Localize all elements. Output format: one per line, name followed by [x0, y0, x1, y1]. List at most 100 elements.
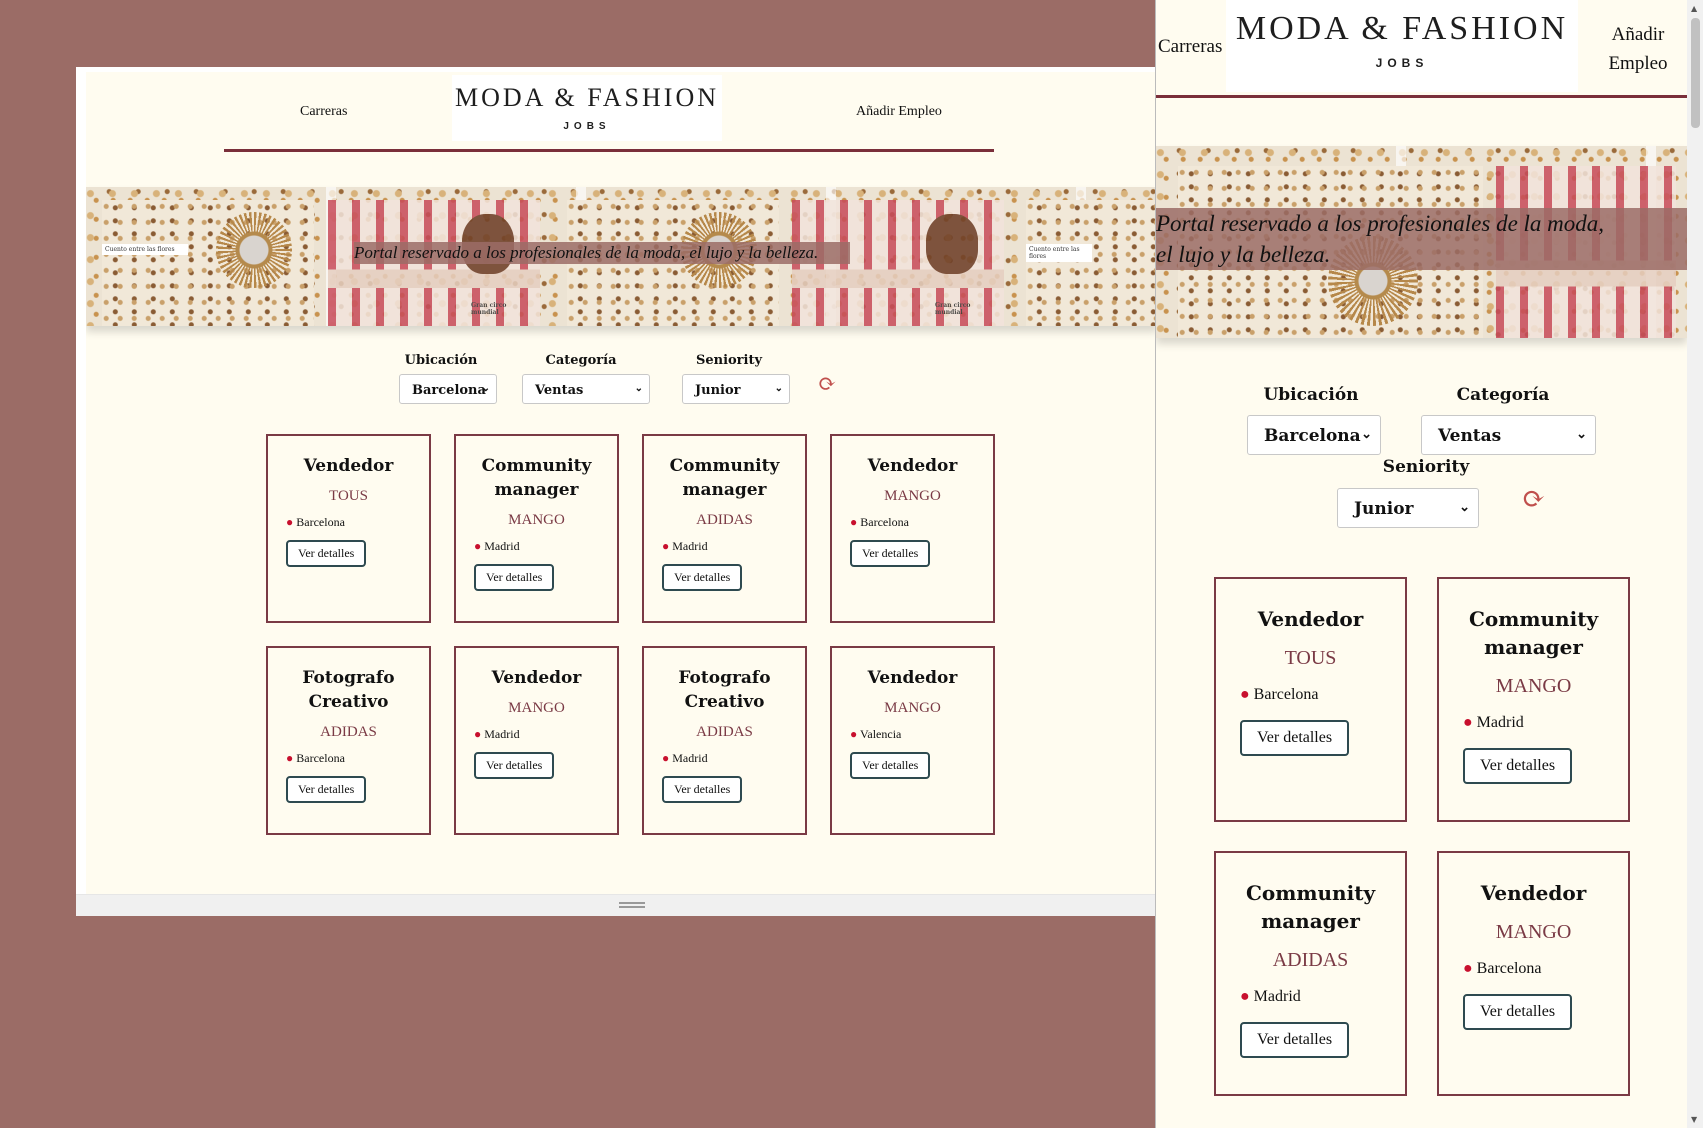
- mobile-preview-window: Carreras MODA & FASHION JOBS Añadir Empl…: [1155, 0, 1703, 1128]
- job-card[interactable]: Vendedor MANGO ● Valencia Ver detalles: [830, 646, 995, 835]
- location-pin-icon: ●: [474, 727, 482, 741]
- hero-banner: Cuento entre las flores Gran circo mundi…: [86, 187, 1158, 326]
- view-details-button[interactable]: Ver detalles: [1463, 748, 1573, 784]
- location-pin-icon: ●: [286, 515, 294, 529]
- sun-mirror-image: [216, 212, 292, 288]
- view-details-button[interactable]: Ver detalles: [850, 752, 931, 779]
- job-company: ADIDAS: [696, 724, 753, 740]
- job-company: TOUS: [329, 488, 368, 504]
- vertical-scrollbar[interactable]: ▲ ▼: [1687, 0, 1703, 1128]
- site-logo[interactable]: MODA & FASHION JOBS: [452, 75, 722, 141]
- job-company: TOUS: [1284, 647, 1337, 669]
- nav-add-job-link[interactable]: Añadir Empleo: [856, 104, 942, 120]
- location-pin-icon: ●: [474, 539, 482, 553]
- location-filter-label: Ubicación: [404, 353, 478, 368]
- hero-tagline: Portal reservado a los profesionales de …: [1156, 208, 1687, 270]
- job-title: Vendedor: [303, 456, 394, 476]
- view-details-button[interactable]: Ver detalles: [1240, 1022, 1350, 1058]
- seniority-select[interactable]: Junior ⌄: [1337, 488, 1479, 528]
- refresh-icon[interactable]: ⟳: [1522, 482, 1545, 515]
- job-location: Barcelona: [1253, 686, 1319, 703]
- job-title: Vendedor: [867, 668, 958, 688]
- job-location: Valencia: [860, 727, 902, 741]
- job-card[interactable]: Fotografo Creativo ADIDAS ● Barcelona Ve…: [266, 646, 431, 835]
- job-location: Barcelona: [860, 515, 909, 529]
- desktop-preview-window: Carreras MODA & FASHION JOBS Añadir Empl…: [76, 67, 1158, 916]
- tagline-line2: el lujo y la belleza.: [1156, 242, 1331, 267]
- category-select[interactable]: Ventas ⌄: [522, 374, 650, 404]
- seniority-select-value: Junior: [1354, 499, 1414, 519]
- nav-divider: [1156, 95, 1687, 98]
- refresh-icon[interactable]: ⟳: [818, 372, 836, 397]
- navbar: Carreras MODA & FASHION JOBS Añadir Empl…: [1156, 0, 1703, 100]
- job-location: Barcelona: [296, 751, 345, 765]
- job-card[interactable]: Vendedor MANGO ● Madrid Ver detalles: [454, 646, 619, 835]
- job-location: Madrid: [484, 727, 520, 741]
- scrollbar-thumb[interactable]: [1691, 18, 1700, 128]
- nav-add-job-line2: Empleo: [1608, 53, 1668, 74]
- category-select-value: Ventas: [1438, 426, 1502, 446]
- view-details-button[interactable]: Ver detalles: [1240, 720, 1350, 756]
- category-filter-label: Categoría: [1456, 385, 1550, 405]
- job-company: MANGO: [884, 700, 941, 716]
- magazine-caption: Cuento entre las flores: [102, 244, 188, 255]
- job-card[interactable]: Community manager ADIDAS ● Madrid Ver de…: [1214, 851, 1407, 1096]
- seniority-select[interactable]: Junior ⌄: [682, 374, 790, 404]
- job-title: Fotografo Creativo: [302, 668, 395, 712]
- job-card[interactable]: Vendedor MANGO ● Barcelona Ver detalles: [1437, 851, 1630, 1096]
- magazine-caption: Cuento entre las flores: [1026, 244, 1092, 262]
- chevron-down-icon: ⌄: [1459, 499, 1470, 515]
- job-company: MANGO: [508, 512, 565, 528]
- nav-careers-link[interactable]: Carreras: [300, 104, 347, 120]
- job-company: MANGO: [1495, 921, 1572, 943]
- grip-icon: [619, 902, 645, 908]
- job-location: Madrid: [672, 751, 708, 765]
- chevron-down-icon: ⌄: [1361, 426, 1372, 442]
- location-pin-icon: ●: [850, 727, 858, 741]
- logo-subtitle: JOBS: [1375, 56, 1429, 70]
- job-title: Vendedor: [1480, 881, 1587, 905]
- job-title: Vendedor: [491, 668, 582, 688]
- job-title: Community manager: [1245, 881, 1376, 933]
- job-card[interactable]: Community manager MANGO ● Madrid Ver det…: [1437, 577, 1630, 822]
- view-details-button[interactable]: Ver detalles: [474, 564, 555, 591]
- job-company: ADIDAS: [696, 512, 753, 528]
- seniority-filter-label: Seniority: [1382, 457, 1470, 477]
- location-pin-icon: ●: [1240, 686, 1250, 703]
- job-card[interactable]: Fotografo Creativo ADIDAS ● Madrid Ver d…: [642, 646, 807, 835]
- job-company: MANGO: [1495, 675, 1572, 697]
- view-details-button[interactable]: Ver detalles: [474, 752, 555, 779]
- job-location: Barcelona: [296, 515, 345, 529]
- resize-handle[interactable]: [76, 894, 1158, 916]
- site-logo[interactable]: MODA & FASHION JOBS: [1226, 0, 1578, 92]
- view-details-button[interactable]: Ver detalles: [662, 776, 743, 803]
- tagline-line1: Portal reservado a los profesionales de …: [1156, 211, 1605, 236]
- scroll-down-icon[interactable]: ▼: [1691, 1115, 1697, 1124]
- chevron-down-icon: ⌄: [1576, 426, 1587, 442]
- nav-add-job-link[interactable]: Añadir Empleo: [1593, 20, 1683, 78]
- category-select[interactable]: Ventas ⌄: [1421, 415, 1596, 455]
- magazine-caption: Gran circo mundial: [471, 302, 507, 316]
- view-details-button[interactable]: Ver detalles: [286, 776, 367, 803]
- job-card[interactable]: Community manager MANGO ● Madrid Ver det…: [454, 434, 619, 623]
- job-company: MANGO: [884, 488, 941, 504]
- job-card[interactable]: Vendedor TOUS ● Barcelona Ver detalles: [266, 434, 431, 623]
- category-filter-label: Categoría: [545, 353, 617, 368]
- nav-careers-link[interactable]: Carreras: [1158, 36, 1222, 58]
- scroll-up-icon[interactable]: ▲: [1691, 4, 1697, 13]
- view-details-button[interactable]: Ver detalles: [850, 540, 931, 567]
- job-location: Madrid: [484, 539, 520, 553]
- job-card[interactable]: Vendedor MANGO ● Barcelona Ver detalles: [830, 434, 995, 623]
- job-card[interactable]: Vendedor TOUS ● Barcelona Ver detalles: [1214, 577, 1407, 822]
- magazine-caption: Gran circo mundial: [935, 302, 971, 316]
- job-company: ADIDAS: [1272, 949, 1349, 971]
- view-details-button[interactable]: Ver detalles: [662, 564, 743, 591]
- location-select-value: Barcelona: [412, 383, 486, 398]
- location-pin-icon: ●: [850, 515, 858, 529]
- location-select[interactable]: Barcelona ⌄: [1247, 415, 1381, 455]
- job-card[interactable]: Community manager ADIDAS ● Madrid Ver de…: [642, 434, 807, 623]
- location-select[interactable]: Barcelona ⌄: [399, 374, 497, 404]
- view-details-button[interactable]: Ver detalles: [1463, 994, 1573, 1030]
- chevron-down-icon: ⌄: [634, 382, 643, 394]
- view-details-button[interactable]: Ver detalles: [286, 540, 367, 567]
